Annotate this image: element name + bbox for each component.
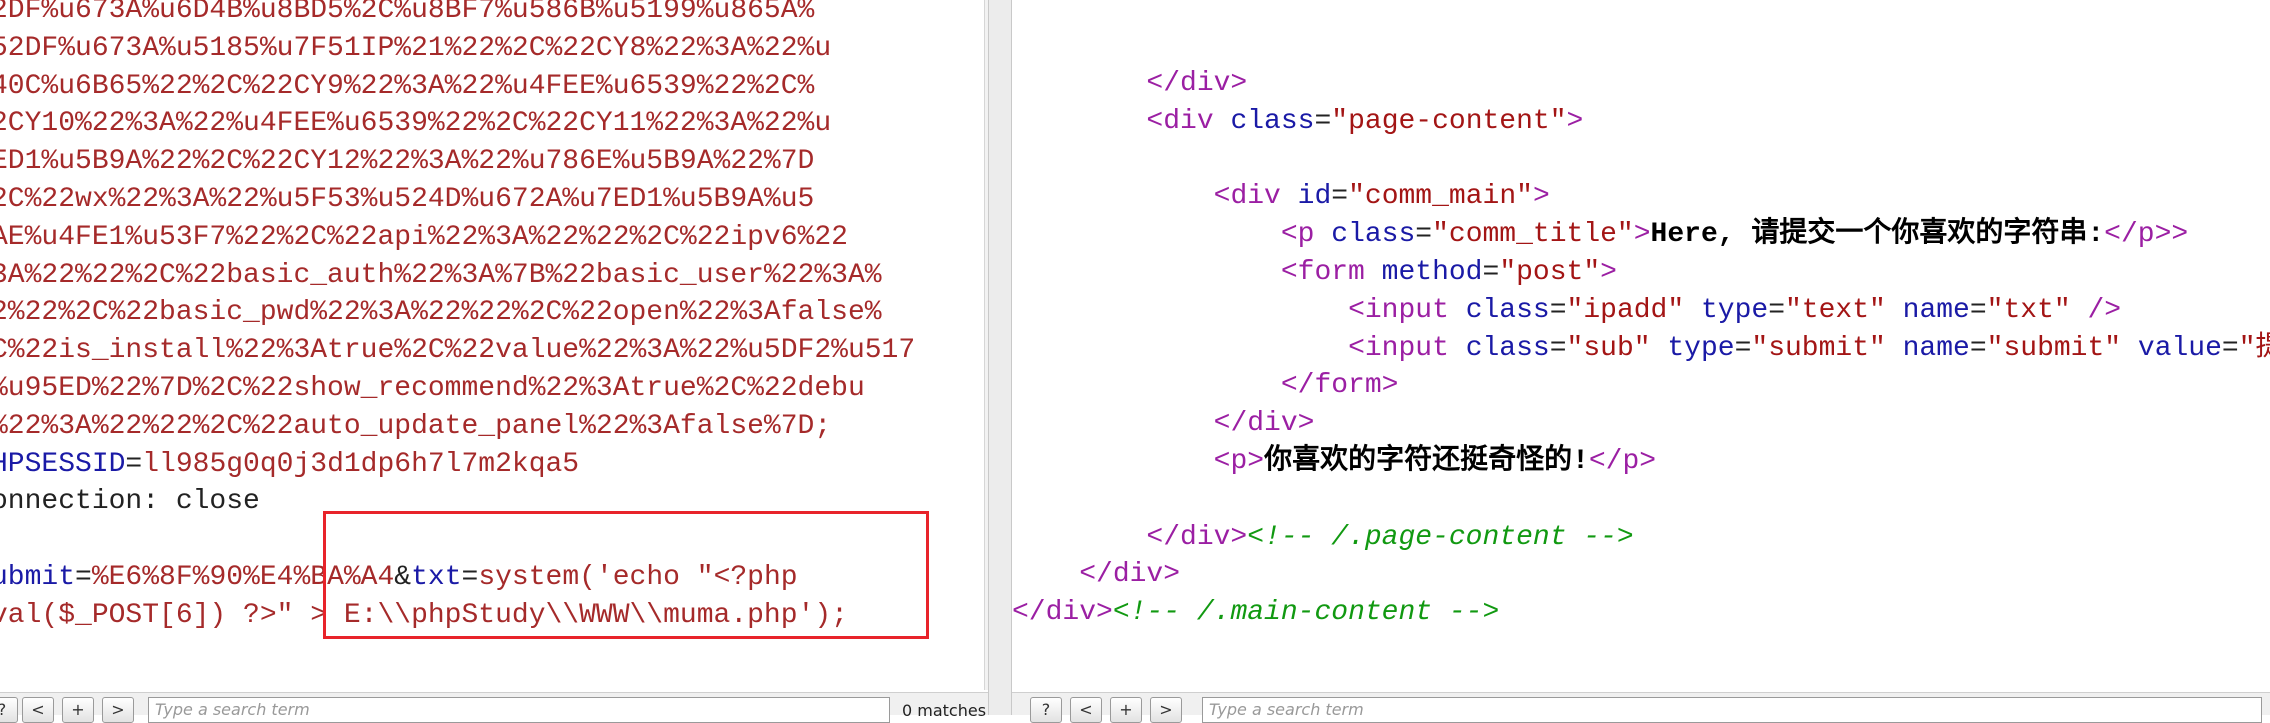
html-attribute: class [1230, 105, 1315, 137]
html-tag: <p> [1213, 445, 1265, 477]
html-comment: <!-- /.page-content --> [1247, 521, 1634, 553]
html-attribute: type [1700, 294, 1769, 326]
request-pane[interactable]: 2DF%u673A%u6D4B%u8BD5%2C%u8BF7%u586B%u51… [0, 0, 988, 715]
search-add-button[interactable]: + [62, 697, 94, 723]
html-attr-value: "ipadd" [1566, 294, 1685, 326]
response-pane[interactable]: </div> <div class="page-content"> <div i… [1012, 0, 2270, 715]
html-tag: </div> [1079, 559, 1181, 591]
html-attr-value: "post" [1499, 256, 1601, 288]
html-attr-value: "submit" [1986, 332, 2122, 364]
request-line: %22%3A%22%22%2C%22auto_update_panel%22%3… [0, 410, 832, 442]
html-tag: <p [1280, 219, 1315, 251]
pane-splitter[interactable] [988, 0, 1012, 715]
html-tag: <form [1280, 256, 1365, 288]
search-match-count: 0 matches [902, 701, 987, 720]
response-search-input[interactable]: Type a search term [1202, 697, 2262, 723]
payload-highlight-box [323, 511, 929, 639]
request-line: AE%u4FE1%u53F7%22%2C%22api%22%3A%22%22%2… [0, 221, 848, 253]
html-tag: <div [1213, 181, 1281, 213]
session-cookie-key: HPSESSID [0, 448, 126, 480]
request-line: 2DF%u673A%u6D4B%u8BD5%2C%u8BF7%u586B%u51… [0, 0, 815, 26]
html-attribute: method [1381, 256, 1483, 288]
html-attribute: class [1331, 219, 1416, 251]
request-line: 2CY10%22%3A%22%u4FEE%u6539%22%2C%22CY11%… [0, 108, 832, 140]
equals-sign: = [75, 561, 92, 593]
request-line: ED1%u5B9A%22%2C%22CY12%22%3A%22%u786E%u5… [0, 146, 815, 178]
search-prev-button[interactable]: < [22, 697, 54, 723]
html-attr-value: "提交" [2238, 332, 2270, 364]
html-comment: <!-- /.main-content --> [1112, 597, 1500, 629]
html-tag: </div> [1146, 68, 1248, 99]
html-attribute: value [2137, 332, 2222, 364]
html-tag: </div> [1146, 521, 1248, 553]
html-tag: </form> [1280, 370, 1399, 402]
html-tag: <input [1348, 332, 1449, 364]
request-line: %u95ED%22%7D%2C%22show_recommend%22%3Atr… [0, 372, 865, 404]
equals-sign: = [125, 448, 143, 480]
html-attribute: id [1297, 181, 1332, 213]
html-attribute: type [1667, 332, 1735, 364]
connection-header: onnection: close [0, 486, 260, 518]
html-attribute: name [1902, 294, 1970, 326]
response-html-source[interactable]: </div> <div class="page-content"> <div i… [1012, 65, 2270, 632]
html-tag: <div [1146, 105, 1214, 137]
html-attribute: class [1465, 294, 1550, 326]
html-tag: </p> [1588, 445, 1657, 477]
html-attribute: name [1902, 332, 1970, 364]
search-next-button[interactable]: > [102, 697, 134, 723]
response-message-text: 你喜欢的字符还挺奇怪的! [1264, 445, 1589, 477]
response-search-bar: ? < + > Type a search term [1012, 692, 2270, 723]
request-search-input[interactable]: Type a search term [148, 697, 890, 723]
html-tag: </p> [2104, 219, 2172, 251]
html-tag: </div> [1012, 597, 1113, 629]
html-attr-value: "text" [1785, 294, 1886, 326]
html-tag: /> [2087, 294, 2122, 326]
html-attr-value: "comm_main" [1348, 181, 1533, 213]
search-add-button[interactable]: + [1110, 697, 1142, 723]
search-help-button[interactable]: ? [1030, 697, 1062, 723]
search-prev-button[interactable]: < [1070, 697, 1102, 723]
request-line: 40C%u6B65%22%2C%22CY9%22%3A%22%u4FEE%u65… [0, 70, 815, 102]
html-attr-value: "comm_title" [1432, 219, 1634, 251]
session-cookie-value: ll985g0q0j3d1dp6h7l7m2kqa5 [142, 448, 580, 480]
request-line: 52DF%u673A%u5185%u7F51IP%21%22%2C%22CY8%… [0, 32, 832, 64]
html-attr-value: "txt" [1986, 294, 2071, 326]
request-line: C%22is_install%22%3Atrue%2C%22value%22%3… [0, 335, 916, 367]
html-attr-value: "sub" [1566, 332, 1651, 364]
html-attr-value: "page-content" [1331, 105, 1567, 137]
request-search-bar: ? < + > Type a search term 0 matches [0, 692, 988, 723]
post-param-submit: ubmit [0, 561, 76, 593]
comm-title-text: Here, 请提交一个你喜欢的字符串: [1650, 219, 2105, 251]
request-line: 3A%22%22%2C%22basic_auth%22%3A%7B%22basi… [0, 259, 882, 291]
search-next-button[interactable]: > [1150, 697, 1182, 723]
search-help-button[interactable]: ? [0, 697, 18, 723]
html-attr-value: "submit" [1751, 332, 1886, 364]
html-attribute: class [1465, 332, 1550, 364]
request-line: 2%22%2C%22basic_pwd%22%3A%22%22%2C%22ope… [0, 297, 882, 329]
html-tag: </div> [1213, 408, 1315, 440]
html-tag: <input [1348, 294, 1449, 326]
request-line: 2C%22wx%22%3A%22%u5F53%u524D%u672A%u7ED1… [0, 183, 815, 215]
